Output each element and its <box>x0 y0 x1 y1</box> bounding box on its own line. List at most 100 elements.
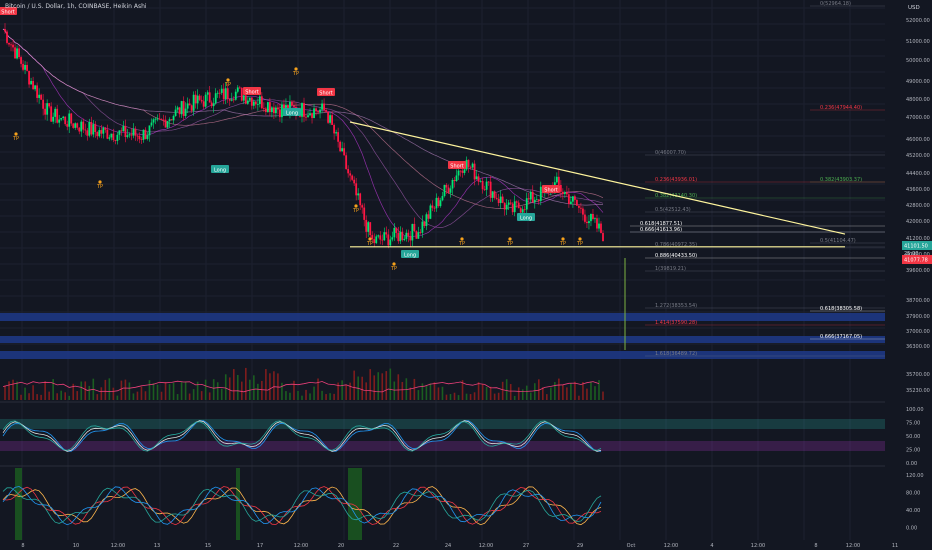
candle-body <box>84 129 87 131</box>
candle-body <box>256 104 259 105</box>
volume-bar <box>289 392 291 400</box>
candle-body <box>275 107 277 114</box>
fib-zone <box>0 336 885 343</box>
price-tick: 42800.00 <box>906 203 930 209</box>
volume-bar <box>497 392 500 400</box>
candle-body <box>317 111 319 113</box>
volume-bar <box>36 394 38 400</box>
candle-body <box>337 132 340 142</box>
candle-body <box>329 115 331 123</box>
candle-body <box>132 128 135 136</box>
volume-bar <box>200 391 203 400</box>
volume-bar <box>112 387 115 400</box>
fib-level-label: 0.666(37167.05) <box>820 334 862 340</box>
candle-body <box>431 205 434 208</box>
fib-level-label: 0(46007.70) <box>655 150 686 156</box>
candle-body <box>242 95 245 101</box>
candle-body <box>349 173 352 176</box>
tp-label: TP <box>96 184 103 190</box>
candle-body <box>395 227 398 234</box>
tp-label: TP <box>352 208 359 214</box>
price-tick: 35230.00 <box>906 388 930 394</box>
tp-label: TP <box>458 241 465 247</box>
volume-bar <box>208 392 211 400</box>
fib-level-label: 1.414(37590.28) <box>655 320 697 326</box>
volume-bar <box>517 387 520 400</box>
candle-body <box>600 223 602 233</box>
candle-body <box>250 97 253 106</box>
candle-body <box>447 187 450 193</box>
volume-bar <box>269 373 271 400</box>
candle-body <box>24 64 26 70</box>
time-tick: 12:00 <box>111 543 125 549</box>
volume-bar <box>32 385 34 400</box>
candle-body <box>281 104 283 118</box>
oscillator-tick: 120.00 <box>906 473 924 479</box>
oscillator-tick: 75.00 <box>906 421 920 427</box>
volume-bar <box>317 378 319 400</box>
tp-label: TP <box>224 82 231 88</box>
candle-body <box>529 191 532 200</box>
candle-body <box>379 235 382 240</box>
candle-body <box>559 184 562 192</box>
candle-body <box>100 130 103 134</box>
candle-body <box>493 191 496 198</box>
candle-body <box>503 202 506 210</box>
candle-body <box>273 107 275 114</box>
candle-body <box>166 121 169 128</box>
candle-body <box>198 95 201 100</box>
volume-bar <box>100 387 103 400</box>
volume-bar <box>160 391 163 400</box>
volume-bar <box>457 395 460 400</box>
candle-body <box>164 119 167 128</box>
volume-bar <box>550 387 552 400</box>
volume-bar <box>453 392 456 400</box>
time-tick: 12:00 <box>664 543 678 549</box>
price-axis[interactable]: USD 52000.00 51000.00 50000.00 49000.00 48000… <box>885 0 932 550</box>
candle-body <box>445 184 448 188</box>
price-tick: 36300.00 <box>906 344 930 350</box>
candle-body <box>90 121 93 135</box>
candle-body <box>473 163 476 180</box>
candle-body <box>34 85 37 90</box>
candle-body <box>82 121 85 130</box>
time-tick: 24 <box>445 543 451 549</box>
candle-body <box>118 130 121 135</box>
volume-bar <box>401 381 404 400</box>
candle-body <box>427 214 430 219</box>
volume-bar <box>325 394 327 400</box>
candle-body <box>563 192 566 194</box>
volume-bar <box>321 390 323 400</box>
candle-body <box>6 31 8 43</box>
volume-bar <box>44 381 46 400</box>
candle-body <box>403 238 406 240</box>
time-tick: 4 <box>710 543 713 549</box>
candle-body <box>92 124 95 135</box>
candle-body <box>375 236 378 244</box>
candle-body <box>497 198 500 204</box>
candle-body <box>580 207 582 209</box>
candle-body <box>592 213 594 220</box>
candle-body <box>509 202 512 204</box>
volume-bar <box>445 394 448 400</box>
volume-bar <box>84 381 87 400</box>
volume-bar <box>513 395 516 400</box>
candle-body <box>258 96 261 105</box>
chart-canvas[interactable]: 0(52964.18)0.236(47944.40)0.382(43903.37… <box>0 0 932 550</box>
candle-body <box>12 44 14 48</box>
volume-bar <box>4 385 6 400</box>
volume-bar <box>48 391 50 400</box>
volume-bar <box>216 382 219 400</box>
volume-bar <box>546 394 548 400</box>
volume-bar <box>602 391 604 400</box>
time-axis[interactable]: 8 10 12:00 13 15 17 12:00 20 22 24 12:00 27 29 Oct 12:… <box>0 540 932 550</box>
volume-bar <box>361 376 363 400</box>
volume-bar <box>172 382 175 400</box>
volume-bar <box>417 390 420 400</box>
candle-body <box>262 108 265 110</box>
candle-body <box>385 232 388 235</box>
volume-bar <box>56 393 58 400</box>
fib-level-label: 1(39819.21) <box>655 266 686 272</box>
candle-body <box>443 184 446 197</box>
candle-body <box>94 124 97 133</box>
